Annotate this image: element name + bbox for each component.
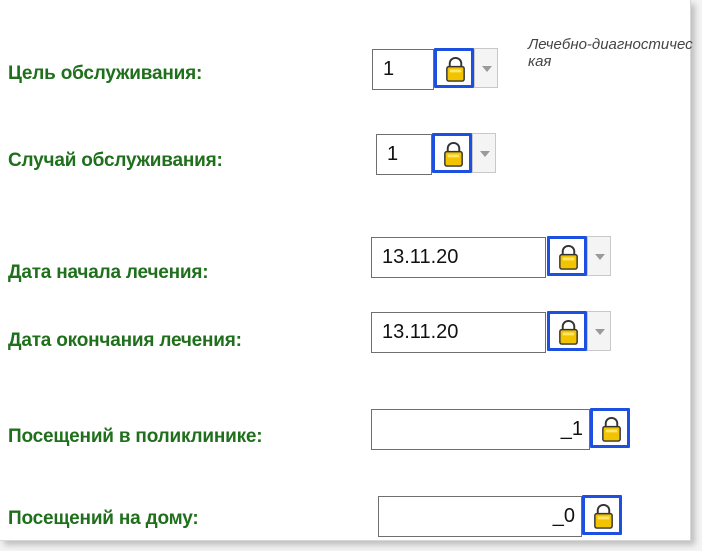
- home-visits-label: Посещений на дому:: [8, 508, 199, 529]
- treatment-start-date-dropdown-button[interactable]: [587, 236, 611, 276]
- service-purpose-field[interactable]: 1: [372, 49, 434, 90]
- treatment-start-date-field[interactable]: 13.11.20: [371, 237, 546, 278]
- treatment-start-date-lock-button[interactable]: [547, 236, 587, 276]
- service-case-dropdown-button[interactable]: [472, 133, 496, 173]
- polyclinic-visits-lock-button[interactable]: [590, 408, 630, 448]
- service-case-label: Случай обслуживания:: [8, 150, 223, 171]
- treatment-end-date-dropdown-button[interactable]: [587, 311, 611, 351]
- service-purpose-lock-button[interactable]: [434, 48, 474, 88]
- home-visits-field[interactable]: _0: [378, 496, 582, 537]
- treatment-end-date-label: Дата окончания лечения:: [8, 330, 242, 351]
- treatment-end-date-lock-button[interactable]: [547, 311, 587, 351]
- treatment-details-panel: Цель обслуживания: 1 Лечебно-диагностиче…: [0, 0, 693, 541]
- service-purpose-description: Лечебно-диагностическая: [528, 36, 693, 70]
- lock-icon: [594, 503, 613, 529]
- service-purpose-label: Цель обслуживания:: [8, 63, 203, 84]
- lock-icon: [559, 319, 578, 345]
- service-case-lock-button[interactable]: [432, 133, 472, 173]
- treatment-end-date-field[interactable]: 13.11.20: [371, 312, 546, 353]
- lock-icon: [602, 416, 621, 442]
- lock-icon: [444, 141, 463, 167]
- polyclinic-visits-field[interactable]: _1: [371, 409, 590, 450]
- treatment-start-date-label: Дата начала лечения:: [8, 262, 209, 283]
- home-visits-lock-button[interactable]: [582, 495, 622, 535]
- service-purpose-dropdown-button[interactable]: [474, 48, 498, 88]
- lock-icon: [559, 244, 578, 270]
- service-case-field[interactable]: 1: [376, 134, 432, 175]
- lock-icon: [446, 56, 465, 82]
- polyclinic-visits-label: Посещений в поликлинике:: [8, 426, 263, 447]
- screenshot-page: Цель обслуживания: 1 Лечебно-диагностиче…: [0, 0, 702, 551]
